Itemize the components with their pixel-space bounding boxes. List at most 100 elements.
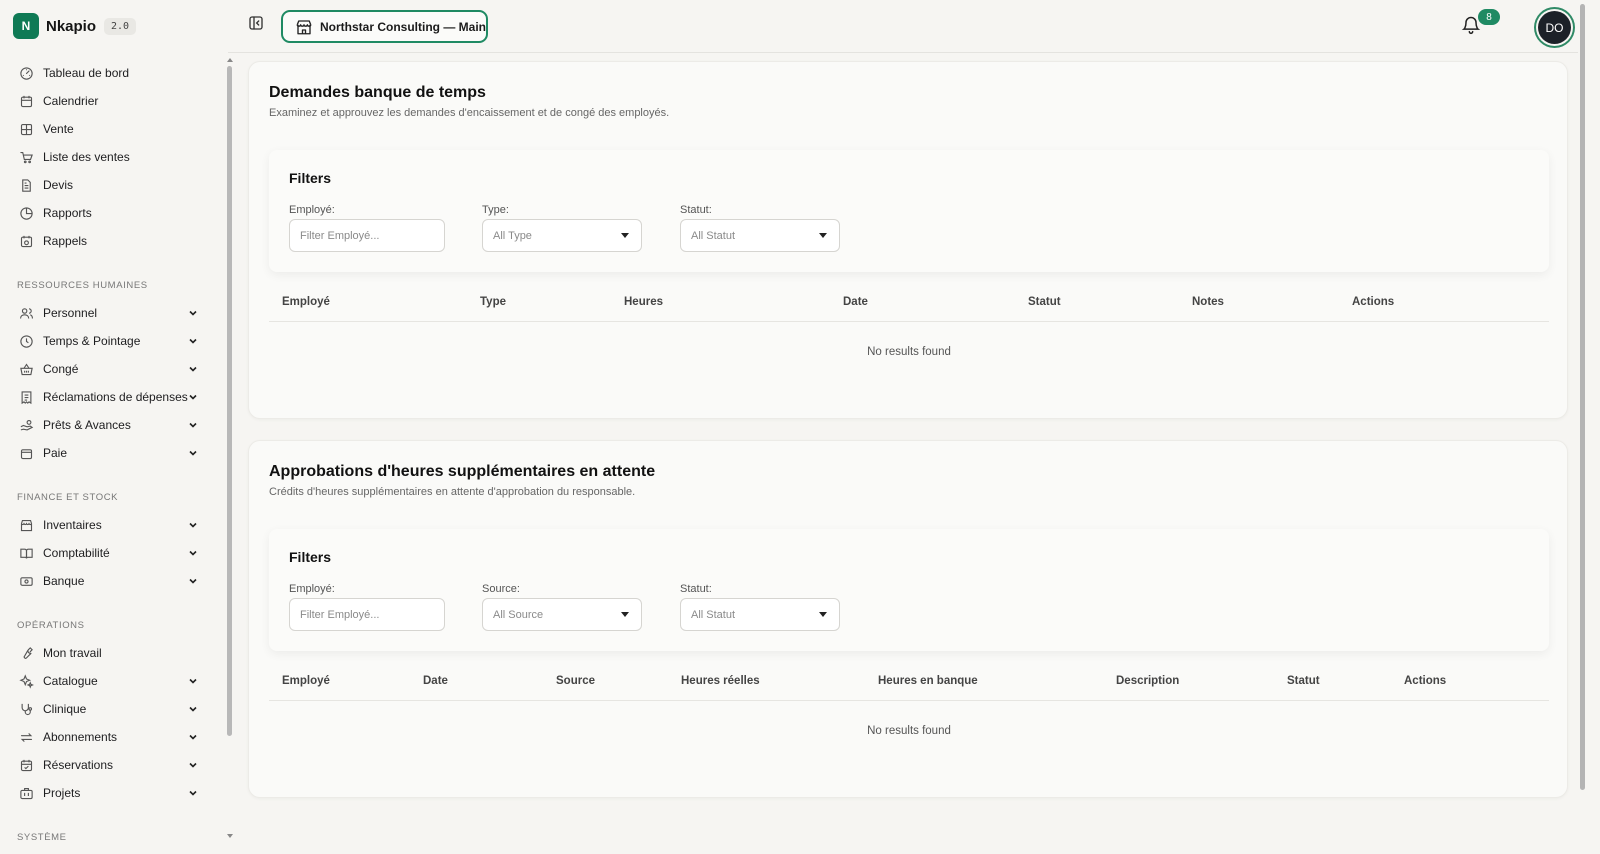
sidebar-item-tableau-de-bord[interactable]: Tableau de bord [0,59,222,87]
sidebar-item-rappels[interactable]: Rappels [0,227,222,255]
calendar-icon [20,95,33,107]
sidebar-scrollbar[interactable] [226,58,233,838]
scroll-up-arrow[interactable] [227,58,233,62]
type-filter: Type: All Type [482,203,642,252]
column-header[interactable]: Heures [624,296,663,308]
column-header[interactable]: Employé [282,675,330,687]
scrollbar-thumb[interactable] [227,66,232,736]
version-badge: 2.0 [104,17,137,35]
sidebar-item-conge[interactable]: Congé [0,355,222,383]
sidebar-item-catalogue[interactable]: Catalogue [0,667,222,695]
brand[interactable]: N Nkapio 2.0 [13,13,137,39]
sidebar-item-label: Rapports [43,206,92,220]
chevron-down-icon [189,678,197,684]
chevron-down-icon [189,422,197,428]
source-filter-label: Source: [482,583,520,595]
status-filter-value: All Statut [691,229,736,242]
sidebar-item-reclamations[interactable]: Réclamations de dépenses [0,383,222,411]
sidebar-item-devis[interactable]: Devis [0,171,222,199]
chevron-down-icon [189,734,197,740]
chevron-down-icon [189,366,197,372]
sidebar-item-label: Temps & Pointage [43,334,141,348]
sidebar-item-prets-avances[interactable]: Prêts & Avances [0,411,222,439]
store-name: Northstar Consulting — Main [320,19,486,34]
sidebar-item-label: Clinique [43,702,87,716]
nav-section-title: RESSOURCES HUMAINES [17,280,148,291]
calendar-clock-icon [20,235,33,247]
column-header[interactable]: Actions [1352,296,1394,308]
brand-logo: N [13,13,39,39]
card-subtitle: Crédits d'heures supplémentaires en atte… [269,486,636,498]
empty-results-text: No results found [867,725,951,737]
column-header[interactable]: Heures en banque [878,675,978,687]
source-filter-select[interactable]: All Source [482,598,642,631]
column-header[interactable]: Type [480,296,506,308]
type-filter-label: Type: [482,204,509,216]
card-title: Demandes banque de temps [269,84,486,101]
user-avatar[interactable]: DO [1538,11,1571,44]
scroll-down-arrow[interactable] [227,834,233,838]
column-header[interactable]: Actions [1404,675,1446,687]
repeat-icon [20,732,33,742]
wrench-icon [23,646,33,659]
chevron-down-icon [189,394,197,400]
sidebar-item-clinique[interactable]: Clinique [0,695,222,723]
column-header[interactable]: Date [843,296,868,308]
sidebar-item-reservations[interactable]: Réservations [0,751,222,779]
column-header[interactable]: Source [556,675,595,687]
sidebar-item-label: Mon travail [43,646,102,660]
brand-name: Nkapio [46,17,97,35]
sidebar-item-label: Congé [43,362,79,376]
wallet-icon [20,448,33,459]
type-filter-select[interactable]: All Type [482,219,642,252]
sidebar-item-label: Prêts & Avances [43,418,131,432]
column-header[interactable]: Heures réelles [681,675,760,687]
scrollbar-thumb[interactable] [1580,4,1585,790]
chevron-down-icon [189,790,197,796]
sidebar-item-banque[interactable]: Banque [0,567,222,595]
sidebar-item-label: Tableau de bord [43,66,130,80]
time-bank-requests-card: Demandes banque de temps Examinez et app… [248,61,1568,419]
sidebar-item-liste-des-ventes[interactable]: Liste des ventes [0,143,222,171]
status-filter-select[interactable]: All Statut [680,219,840,252]
caret-down-icon [819,612,827,617]
employee-filter-input[interactable] [289,219,445,252]
sidebar-item-vente[interactable]: Vente [0,115,222,143]
caret-down-icon [621,612,629,617]
employee-filter-input[interactable] [289,598,445,631]
sidebar-item-comptabilite[interactable]: Comptabilité [0,539,222,567]
card-title: Approbations d'heures supplémentaires en… [269,463,656,480]
sidebar-item-label: Catalogue [43,674,98,688]
main-scrollbar[interactable] [1578,0,1587,800]
top-bar: Northstar Consulting — Main 8 DO [228,0,1578,53]
sidebar-item-label: Réclamations de dépenses [43,390,188,404]
sidebar-item-paie[interactable]: Paie [0,439,222,467]
sidebar-item-personnel[interactable]: Personnel [0,299,222,327]
sparkles-icon [19,673,34,689]
sidebar-item-inventaires[interactable]: Inventaires [0,511,222,539]
store-selector-button[interactable]: Northstar Consulting — Main [281,10,488,43]
status-filter-select[interactable]: All Statut [680,598,840,631]
column-header[interactable]: Notes [1192,296,1224,308]
document-icon [22,178,31,192]
filters-panel: Filters Employé: Source: All Source Stat… [269,529,1549,651]
sidebar-item-abonnements[interactable]: Abonnements [0,723,222,751]
sidebar-item-calendrier[interactable]: Calendrier [0,87,222,115]
column-header[interactable]: Employé [282,296,330,308]
sidebar-item-label: Vente [43,122,74,136]
sidebar-item-label: Personnel [43,306,98,320]
sidebar-item-temps-pointage[interactable]: Temps & Pointage [0,327,222,355]
sidebar-collapse-icon[interactable] [248,15,264,31]
sidebar-item-mon-travail[interactable]: Mon travail [0,639,222,667]
sidebar-item-rapports[interactable]: Rapports [0,199,222,227]
column-header[interactable]: Date [423,675,448,687]
chevron-down-icon [189,762,197,768]
column-header[interactable]: Statut [1028,296,1061,308]
basket-icon [20,362,33,375]
sidebar-item-projets[interactable]: Projets [0,779,222,807]
column-header[interactable]: Statut [1287,675,1320,687]
nav-gap [0,807,222,815]
empty-results-text: No results found [867,346,951,358]
nav-section-title: FINANCE ET STOCK [17,492,119,503]
column-header[interactable]: Description [1116,675,1179,687]
